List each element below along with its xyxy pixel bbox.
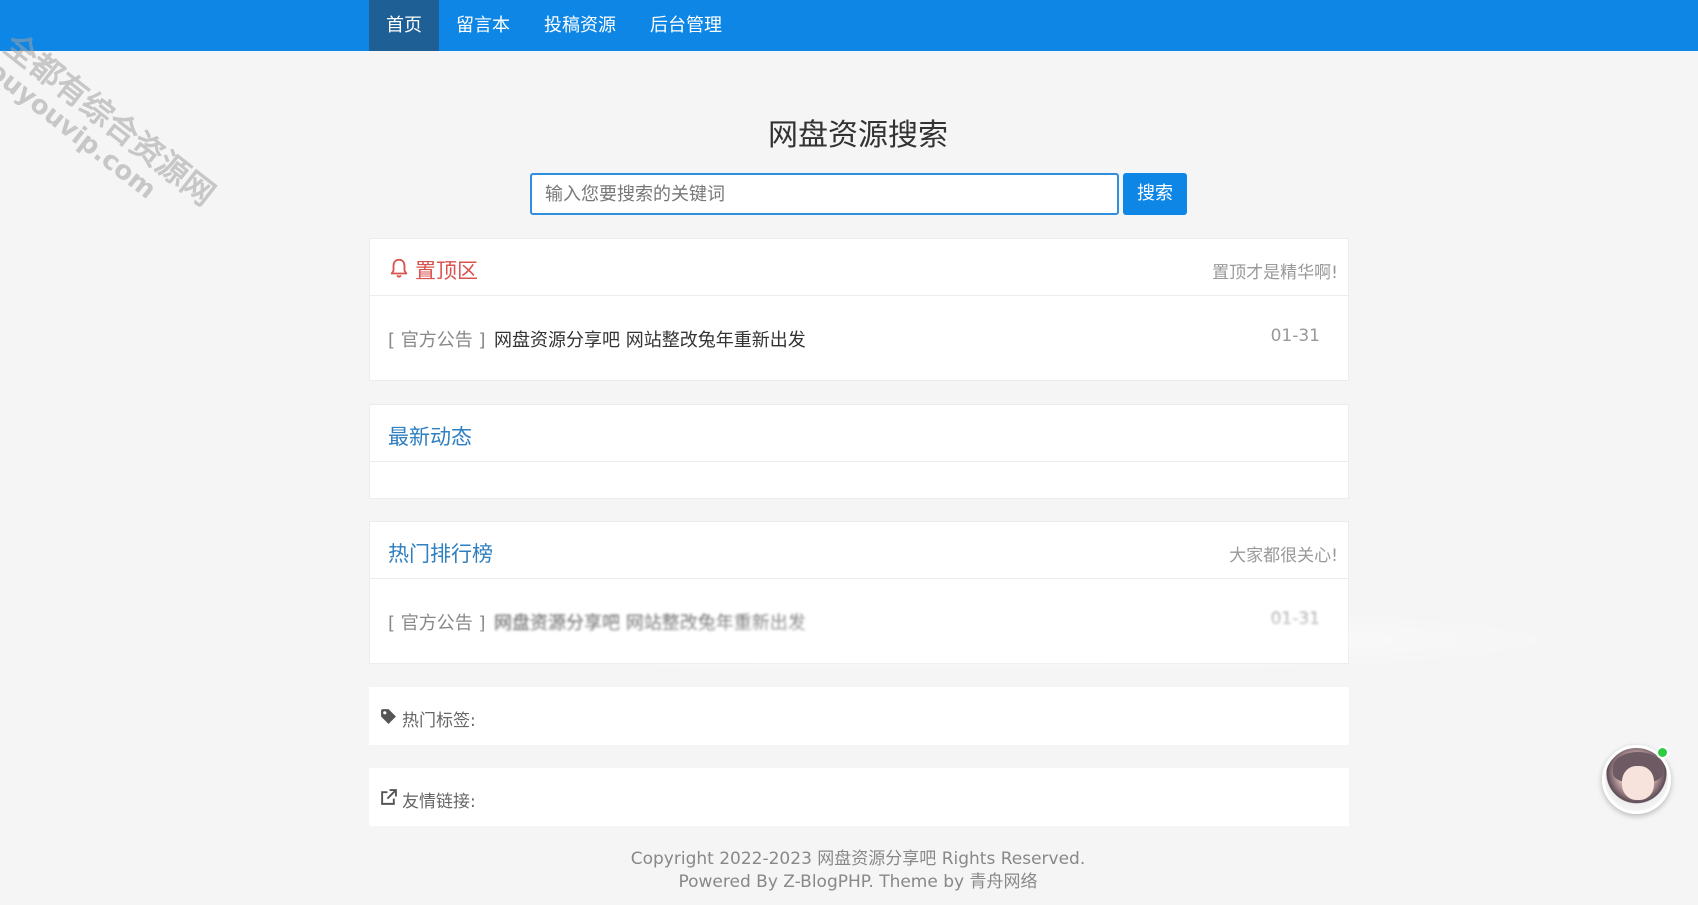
avatar-face <box>1622 766 1654 800</box>
footer-copyright: Copyright 2022-2023 网盘资源分享吧 Rights Reser… <box>630 849 1086 869</box>
external-link-icon <box>381 789 397 805</box>
pinned-title: 置顶区 <box>415 259 478 283</box>
list-item[interactable]: [ 官方公告 ] 网盘资源分享吧 网站整改兔年重新出发 01-31 <box>370 296 1348 379</box>
item-date: 01-31 <box>1270 326 1320 346</box>
hot-title: 热门排行榜 <box>388 542 493 566</box>
pinned-note: 置顶才是精华啊! <box>1212 263 1338 283</box>
footer: Copyright 2022-2023 网盘资源分享吧 Rights Reser… <box>0 848 1698 894</box>
page-title: 网盘资源搜索 <box>768 118 948 153</box>
nav-item-submit[interactable]: 投稿资源 <box>527 0 633 51</box>
pinned-panel: 置顶区 置顶才是精华啊! [ 官方公告 ] 网盘资源分享吧 网站整改兔年重新出发… <box>369 238 1349 381</box>
item-date: 01-31 <box>1270 609 1320 629</box>
hot-tags-bar: 热门标签: <box>369 687 1349 745</box>
item-title-link[interactable]: 网盘资源分享吧 网站整改兔年重新出发 <box>494 326 806 352</box>
friend-links-bar: 友情链接: <box>369 768 1349 826</box>
friend-links-label: 友情链接: <box>402 792 476 812</box>
hot-panel: 热门排行榜 大家都很关心! [ 官方公告 ] 网盘资源分享吧 网站整改兔年重新出… <box>369 521 1349 664</box>
online-status-dot <box>1656 746 1669 759</box>
search-input[interactable] <box>530 173 1119 215</box>
footer-powered: Powered By Z-BlogPHP. Theme by 青舟网络 <box>678 872 1038 892</box>
nav-menu: 首页 留言本 投稿资源 后台管理 <box>369 0 739 51</box>
top-navbar: 首页 留言本 投稿资源 后台管理 <box>0 0 1698 51</box>
hot-note: 大家都很关心! <box>1229 546 1338 566</box>
tag-icon <box>381 709 396 724</box>
latest-panel: 最新动态 <box>369 404 1349 499</box>
hot-header: 热门排行榜 大家都很关心! <box>370 522 1348 579</box>
nav-item-admin[interactable]: 后台管理 <box>633 0 739 51</box>
latest-title: 最新动态 <box>388 425 472 449</box>
hot-tags-label: 热门标签: <box>402 711 476 731</box>
item-tag: [ 官方公告 ] <box>388 613 486 634</box>
nav-item-guestbook[interactable]: 留言本 <box>439 0 527 51</box>
item-tag: [ 官方公告 ] <box>388 330 486 351</box>
item-title-link[interactable]: 网盘资源分享吧 网站整改兔年重新出发 <box>494 609 806 635</box>
latest-header: 最新动态 <box>370 405 1348 462</box>
search-button[interactable]: 搜索 <box>1123 173 1187 215</box>
bell-icon <box>390 258 408 278</box>
list-item[interactable]: [ 官方公告 ] 网盘资源分享吧 网站整改兔年重新出发 01-31 <box>370 579 1348 662</box>
pinned-header: 置顶区 置顶才是精华啊! <box>370 239 1348 296</box>
nav-item-home[interactable]: 首页 <box>369 0 439 51</box>
